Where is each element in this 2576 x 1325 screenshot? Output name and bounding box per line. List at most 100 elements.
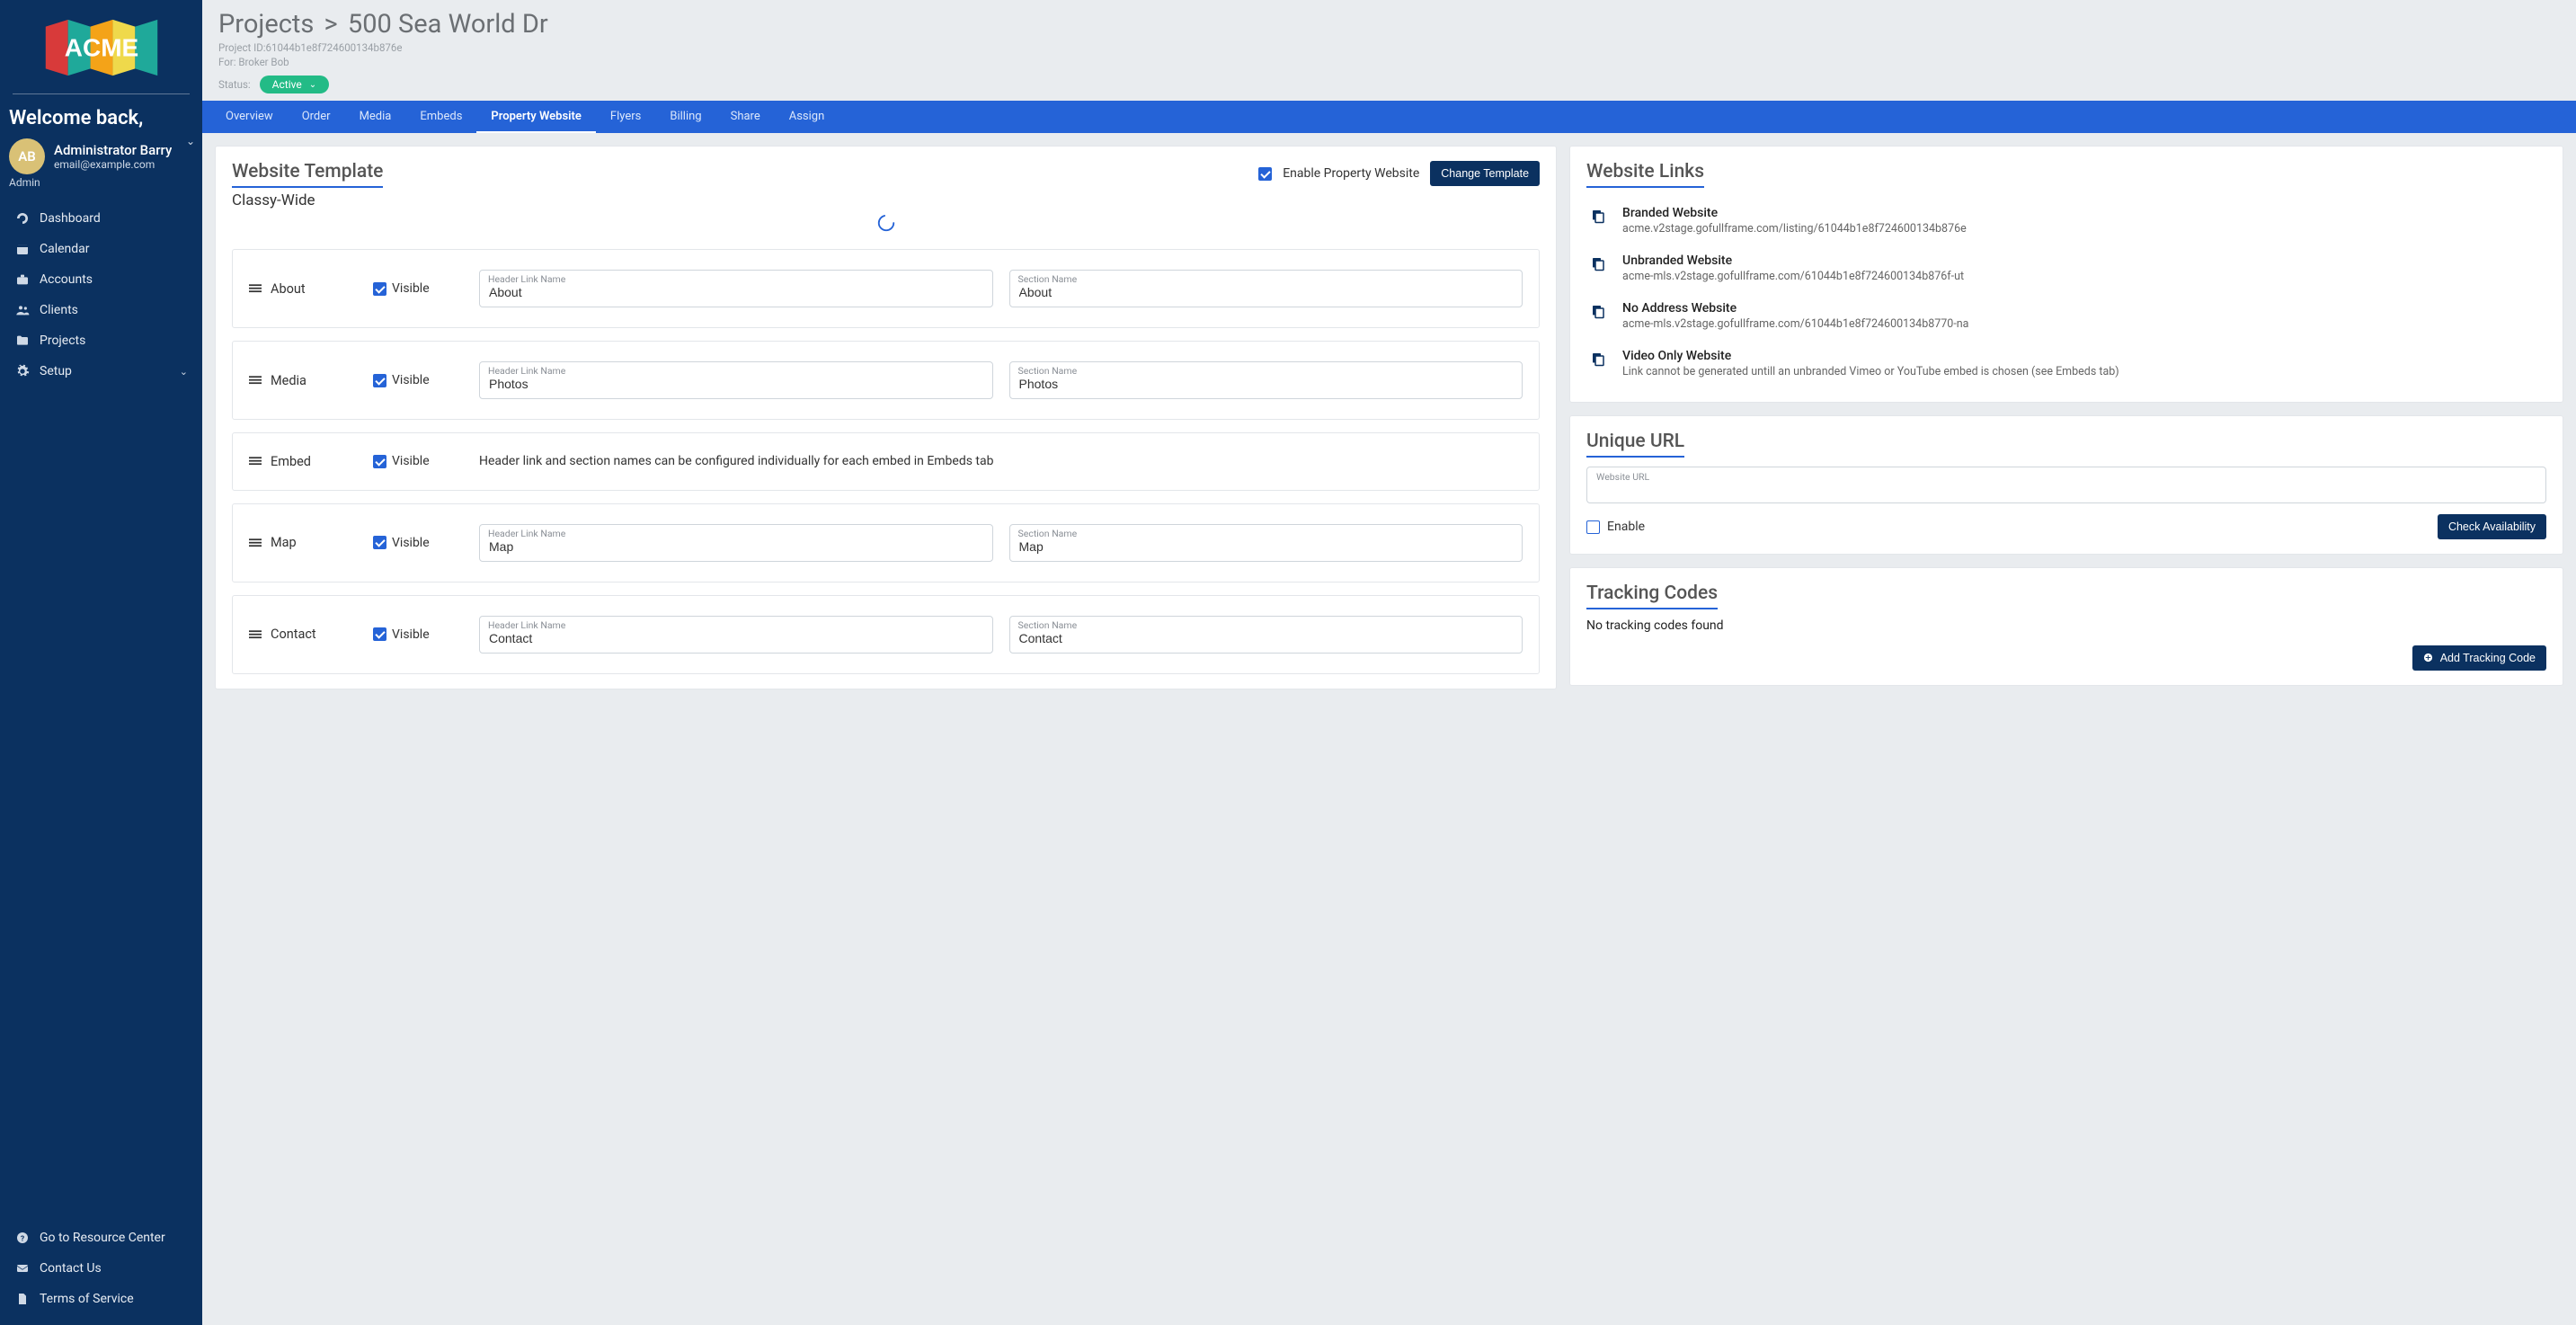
- tabbar: Overview Order Media Embeds Property Web…: [202, 101, 2576, 133]
- unique-url-card: Unique URL Website URL Enable Check Avai…: [1569, 415, 2563, 555]
- section-name-input[interactable]: [1009, 361, 1523, 399]
- main-nav: Dashboard Calendar Accounts Clients Proj…: [0, 198, 202, 1214]
- foot-label: Go to Resource Center: [40, 1231, 165, 1245]
- section-row-embed: Embed Visible Header link and section na…: [232, 432, 1540, 491]
- nav-item-accounts[interactable]: Accounts: [0, 264, 202, 295]
- section-name-input[interactable]: [1009, 616, 1523, 654]
- drag-handle-icon[interactable]: [249, 537, 262, 549]
- visible-label: Visible: [392, 373, 430, 387]
- section-row-media: Media Visible Header Link Name Section N…: [232, 341, 1540, 420]
- section-name-input[interactable]: [1009, 524, 1523, 562]
- user-block[interactable]: AB Administrator Barry email@example.com…: [0, 133, 202, 174]
- nav-item-dashboard[interactable]: Dashboard: [0, 203, 202, 234]
- visible-checkbox[interactable]: [373, 282, 386, 296]
- help-icon: ?: [14, 1231, 31, 1245]
- svg-text:ACME: ACME: [64, 33, 138, 61]
- row-name: Map: [271, 535, 297, 550]
- website-links-card: Website Links Branded Website acme.v2sta…: [1569, 146, 2563, 403]
- add-tracking-code-button[interactable]: Add Tracking Code: [2412, 645, 2546, 671]
- doc-icon: [14, 1292, 31, 1306]
- tab-assign[interactable]: Assign: [775, 101, 839, 133]
- nav-label: Accounts: [40, 272, 93, 287]
- nav-item-projects[interactable]: Projects: [0, 325, 202, 356]
- gauge-icon: [14, 211, 31, 226]
- nav-item-clients[interactable]: Clients: [0, 295, 202, 325]
- tab-share[interactable]: Share: [716, 101, 775, 133]
- drag-handle-icon[interactable]: [249, 628, 262, 641]
- card-title: Unique URL: [1586, 431, 1684, 458]
- template-name: Classy-Wide: [232, 191, 383, 209]
- nav-label: Calendar: [40, 242, 90, 256]
- foot-label: Contact Us: [40, 1261, 102, 1276]
- copy-icon[interactable]: [1590, 208, 1610, 224]
- enable-property-website-checkbox[interactable]: [1258, 167, 1272, 181]
- nav-label: Dashboard: [40, 211, 101, 226]
- visible-checkbox[interactable]: [373, 455, 386, 468]
- chevron-down-icon: ⌄: [309, 80, 316, 90]
- unique-url-enable-label: Enable: [1607, 520, 1645, 534]
- tab-media[interactable]: Media: [345, 101, 406, 133]
- field-label: Website URL: [1596, 471, 2536, 483]
- acme-logo-icon: ACME: [39, 13, 164, 83]
- foot-item-tos[interactable]: Terms of Service: [0, 1284, 202, 1314]
- website-url-input-wrap[interactable]: Website URL: [1586, 467, 2546, 503]
- section-name-input[interactable]: [1009, 270, 1523, 307]
- change-template-button[interactable]: Change Template: [1430, 161, 1540, 186]
- card-title: Tracking Codes: [1586, 582, 1718, 609]
- row-name: Embed: [271, 454, 311, 469]
- copy-icon[interactable]: [1590, 303, 1610, 319]
- link-url: acme.v2stage.gofullframe.com/listing/610…: [1622, 222, 1967, 236]
- link-title: Branded Website: [1622, 206, 1967, 220]
- visible-checkbox[interactable]: [373, 627, 386, 641]
- link-title: No Address Website: [1622, 301, 1968, 316]
- folder-icon: [14, 333, 31, 348]
- tab-order[interactable]: Order: [288, 101, 345, 133]
- calendar-icon: [14, 242, 31, 256]
- link-item-no-address: No Address Website acme-mls.v2stage.gofu…: [1586, 292, 2546, 340]
- section-row-contact: Contact Visible Header Link Name Section…: [232, 595, 1540, 674]
- logo: ACME: [0, 0, 202, 93]
- avatar: AB: [9, 138, 45, 174]
- foot-item-contact[interactable]: Contact Us: [0, 1253, 202, 1284]
- tab-flyers[interactable]: Flyers: [596, 101, 655, 133]
- card-title: Website Links: [1586, 161, 1704, 188]
- breadcrumb-sep: >: [324, 9, 338, 40]
- row-name: About: [271, 281, 306, 297]
- nav-item-setup[interactable]: Setup ⌄: [0, 356, 202, 387]
- section-row-map: Map Visible Header Link Name Section Nam…: [232, 503, 1540, 582]
- status-pill[interactable]: Active ⌄: [260, 76, 329, 93]
- check-availability-button[interactable]: Check Availability: [2438, 514, 2546, 539]
- card-title: Website Template: [232, 161, 383, 188]
- field-label: Section Name: [1018, 273, 1078, 285]
- visible-checkbox[interactable]: [373, 374, 386, 387]
- project-id-line: Project ID:61044b1e8f724600134b876e: [218, 41, 2560, 54]
- tab-overview[interactable]: Overview: [211, 101, 288, 133]
- breadcrumb-root[interactable]: Projects: [218, 9, 314, 40]
- unique-url-enable-checkbox[interactable]: [1586, 520, 1600, 534]
- drag-handle-icon[interactable]: [249, 374, 262, 387]
- tab-property-website[interactable]: Property Website: [476, 101, 596, 133]
- drag-handle-icon[interactable]: [249, 455, 262, 467]
- breadcrumb-leaf: 500 Sea World Dr: [348, 9, 548, 40]
- drag-handle-icon[interactable]: [249, 282, 262, 295]
- link-item-unbranded: Unbranded Website acme-mls.v2stage.goful…: [1586, 245, 2546, 292]
- tab-embeds[interactable]: Embeds: [405, 101, 476, 133]
- field-label: Section Name: [1018, 365, 1078, 377]
- link-url: Link cannot be generated untill an unbra…: [1622, 365, 2119, 378]
- nav-item-calendar[interactable]: Calendar: [0, 234, 202, 264]
- chevron-down-icon[interactable]: ⌄: [186, 135, 195, 147]
- page-header: Projects > 500 Sea World Dr Project ID:6…: [202, 0, 2576, 101]
- field-label: Section Name: [1018, 619, 1078, 631]
- tracking-none-msg: No tracking codes found: [1586, 618, 2546, 633]
- tracking-codes-card: Tracking Codes No tracking codes found A…: [1569, 567, 2563, 686]
- nav-label: Projects: [40, 333, 85, 348]
- visible-label: Visible: [392, 627, 430, 642]
- enable-property-website-label: Enable Property Website: [1283, 166, 1419, 181]
- copy-icon[interactable]: [1590, 255, 1610, 271]
- field-label: Header Link Name: [488, 528, 565, 539]
- foot-item-resource-center[interactable]: ? Go to Resource Center: [0, 1223, 202, 1253]
- tab-billing[interactable]: Billing: [655, 101, 715, 133]
- copy-icon[interactable]: [1590, 351, 1610, 367]
- visible-checkbox[interactable]: [373, 536, 386, 549]
- field-label: Header Link Name: [488, 273, 565, 285]
